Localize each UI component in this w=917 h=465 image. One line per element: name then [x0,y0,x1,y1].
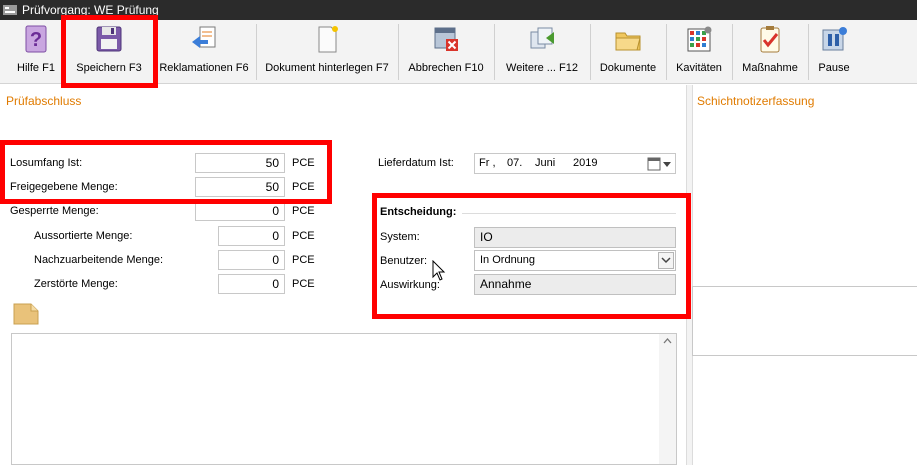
more-label: Weitere ... F12 [506,62,578,74]
toolbar-separator [590,24,591,80]
lieferdatum-year: 2019 [573,157,598,169]
zerstoert-input[interactable]: 0 [218,274,285,294]
zerstoert-label: Zerstörte Menge: [34,278,118,290]
entscheidung-title: Entscheidung: [380,206,457,218]
nacharbeit-unit: PCE [292,254,315,266]
aussortiert-label: Aussortierte Menge: [34,230,133,242]
system-field: IO [474,227,676,248]
panel-splitter[interactable] [687,85,693,465]
pause-button[interactable]: Pause [812,20,856,84]
benutzer-value: In Ordnung [480,254,536,266]
svg-text:?: ? [30,29,42,51]
gesperrt-label: Gesperrte Menge: [10,205,99,217]
help-label: Hilfe F1 [17,62,55,74]
losumfang-input[interactable]: 50 [195,153,285,173]
losumfang-unit: PCE [292,157,315,169]
cavities-button[interactable]: Kavitäten [672,20,726,84]
schichtnotiz-title: Schichtnotizerfassung [697,94,815,108]
nacharbeit-input[interactable]: 0 [218,250,285,270]
toolbar-separator [808,24,809,80]
more-icon [530,27,554,49]
clipboard-check-icon [760,26,780,53]
notes-textarea[interactable] [11,333,677,465]
measure-label: Maßnahme [742,62,798,74]
freigegeben-label: Freigegebene Menge: [10,181,118,193]
documents-label: Dokumente [599,62,657,74]
entscheidung-divider [462,213,676,214]
notes-scrollbar[interactable] [659,334,676,464]
benutzer-label: Benutzer: [380,255,428,267]
freigegeben-input[interactable]: 50 [195,177,285,197]
mouse-cursor-icon [432,260,446,281]
aussortiert-input[interactable]: 0 [218,226,285,246]
lieferdatum-weekday: Fr , [479,157,496,169]
lieferdatum-picker[interactable]: Fr , 07. Juni 2019 [474,153,676,174]
benutzer-select[interactable]: In Ordnung [474,250,676,271]
cavities-label: Kavitäten [676,62,722,74]
complaints-label: Reklamationen F6 [159,62,249,74]
freigegeben-unit: PCE [292,181,315,193]
complaints-button[interactable]: Reklamationen F6 [158,20,250,84]
toolbar-separator [732,24,733,80]
complaints-icon [192,26,216,48]
toolbar-separator [256,24,257,80]
calendar-dropdown-icon[interactable] [647,157,673,171]
attach-document-button[interactable]: Dokument hinterlegen F7 [262,20,392,84]
aussortiert-unit: PCE [292,230,315,242]
window-title: Prüfvorgang: WE Prüfung [22,3,159,17]
help-icon: ? [25,25,47,53]
auswirkung-field: Annahme [474,274,676,295]
toolbar: ? Hilfe F1 Speichern F3 Reklamationen F6… [0,20,917,84]
pause-label: Pause [818,62,850,74]
zerstoert-unit: PCE [292,278,315,290]
floppy-disk-icon [96,26,122,52]
toolbar-separator [494,24,495,80]
pause-icon [822,27,847,51]
document-new-icon [318,26,338,53]
folder-icon [615,32,641,51]
schichtnotiz-box[interactable] [692,286,917,356]
note-icon[interactable] [13,303,39,325]
schichtnotiz-panel: Schichtnotizerfassung [686,85,917,465]
documents-button[interactable]: Dokumente [596,20,660,84]
cancel-label: Abbrechen F10 [408,62,484,74]
nacharbeit-label: Nachzuarbeitende Menge: [34,254,164,266]
attach-document-label: Dokument hinterlegen F7 [265,62,389,74]
chevron-down-icon[interactable] [658,252,674,269]
more-button[interactable]: Weitere ... F12 [500,20,584,84]
cancel-button[interactable]: Abbrechen F10 [404,20,488,84]
toolbar-separator [666,24,667,80]
title-bar: Prüfvorgang: WE Prüfung [0,0,917,20]
cavities-grid-icon [687,26,712,52]
save-button[interactable]: Speichern F3 [68,20,150,84]
pruefabschluss-title: Prüfabschluss [6,94,82,108]
app-icon [3,5,17,15]
lieferdatum-day: 07. [507,157,523,169]
system-label: System: [380,231,420,243]
lieferdatum-month: Juni [535,157,556,169]
gesperrt-input[interactable]: 0 [195,201,285,221]
cancel-icon [434,27,458,51]
toolbar-separator [398,24,399,80]
scroll-up-icon[interactable] [659,334,676,348]
save-label: Speichern F3 [76,62,142,74]
auswirkung-label: Auswirkung: [380,279,440,291]
gesperrt-unit: PCE [292,205,315,217]
measure-button[interactable]: Maßnahme [738,20,802,84]
help-button[interactable]: ? Hilfe F1 [10,20,62,84]
lieferdatum-label: Lieferdatum Ist: [378,157,454,169]
losumfang-label: Losumfang Ist: [10,157,83,169]
